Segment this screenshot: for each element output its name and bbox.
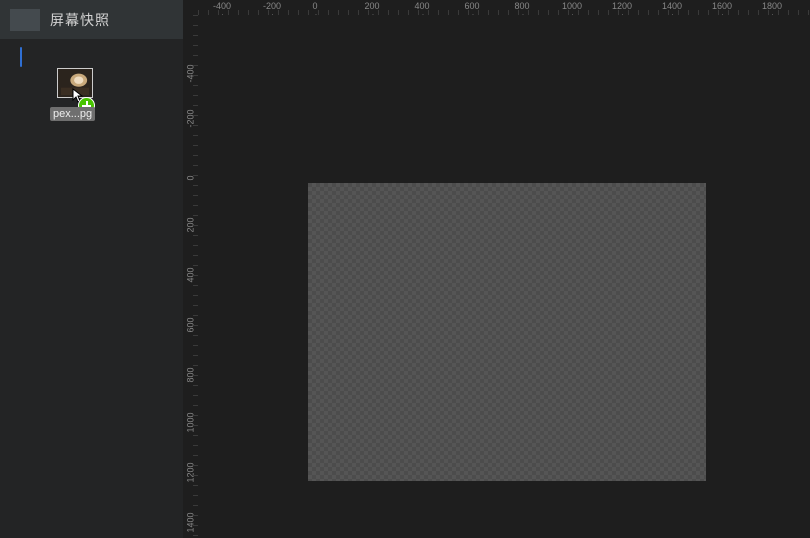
ruler-tick: 1200	[612, 1, 632, 11]
ruler-tick: 1600	[712, 1, 732, 11]
ruler-tick: 0	[186, 171, 196, 186]
ruler-tick: 1400	[662, 1, 682, 11]
ruler-tick: 1000	[562, 1, 582, 11]
ruler-top: -400 -200 0 200 400 600 800 1000 1200 14…	[198, 0, 810, 15]
ruler-tick: 0	[312, 1, 317, 11]
canvas-viewport[interactable]	[198, 15, 810, 538]
panel-header: 屏幕快照	[0, 0, 187, 39]
ruler-left: -400 -200 0 200 400 600 800 1000 1200 14…	[183, 15, 198, 538]
ruler-origin	[183, 0, 198, 15]
photo-thumb-icon	[57, 68, 93, 98]
empty-document-canvas[interactable]	[308, 183, 706, 481]
selection-indicator	[20, 47, 22, 67]
panel-thumb-icon	[10, 9, 40, 31]
ruler-tick: 1800	[762, 1, 782, 11]
drag-filename-label: pex...pg	[50, 107, 95, 121]
media-panel: 屏幕快照 pex...pg	[0, 0, 187, 538]
panel-title: 屏幕快照	[50, 10, 110, 30]
dragged-thumb[interactable]	[57, 68, 93, 98]
